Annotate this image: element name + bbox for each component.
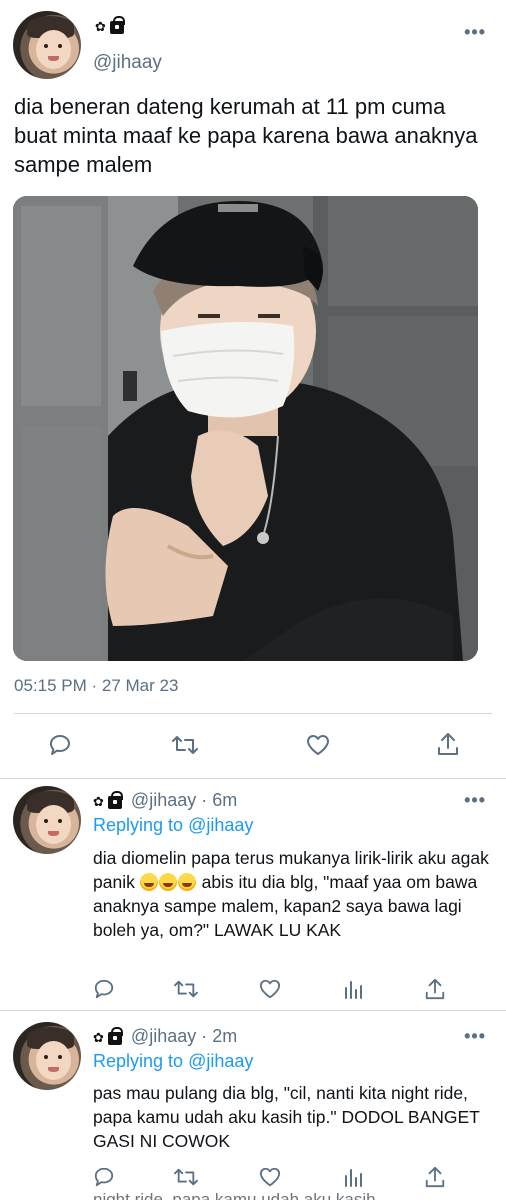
more-options-icon[interactable]: ••• (464, 22, 486, 43)
avatar[interactable] (13, 11, 81, 79)
reply-text: pas mau pulang dia blg, "cil, nanti kita… (93, 1083, 480, 1151)
reply-header: ✿ @jihaay · 6m (93, 790, 237, 811)
divider (0, 1010, 506, 1011)
retweet-icon[interactable] (172, 733, 198, 757)
tweet-photo[interactable] (13, 196, 478, 661)
reply-time[interactable]: 6m (212, 790, 237, 810)
rofl-emoji-icon (158, 873, 177, 891)
username-handle[interactable]: @jihaay (93, 52, 162, 74)
replying-label: Replying to (93, 815, 184, 835)
like-icon[interactable] (305, 733, 331, 757)
analytics-icon[interactable] (342, 1166, 364, 1188)
share-icon[interactable] (436, 731, 460, 757)
replying-label: Replying to (93, 1051, 184, 1071)
photo-illustration (13, 196, 478, 661)
lock-bag-icon (109, 16, 125, 34)
user-badges: ✿ (93, 1027, 123, 1046)
share-icon[interactable] (424, 1165, 446, 1189)
flower-icon: ✿ (93, 1029, 104, 1045)
replying-to: Replying to @jihaay (93, 815, 253, 836)
divider (0, 778, 506, 779)
separator-dot: · (201, 1026, 213, 1046)
username-handle[interactable]: @jihaay (131, 1026, 196, 1046)
rofl-emoji-icon (139, 873, 158, 891)
reply-icon[interactable] (93, 1166, 115, 1188)
flower-icon: ✿ (95, 18, 106, 34)
reply-time[interactable]: 2m (212, 1026, 237, 1046)
more-options-icon[interactable]: ••• (464, 1026, 486, 1047)
divider (14, 713, 492, 714)
reply-icon[interactable] (48, 733, 72, 757)
separator-dot: · (201, 790, 213, 810)
reply-text: dia diomelin papa terus mukanya lirik-li… (93, 846, 489, 942)
reply-header: ✿ @jihaay · 2m (93, 1026, 237, 1047)
more-options-icon[interactable]: ••• (464, 790, 486, 811)
rofl-emoji-icon (177, 873, 196, 891)
flower-icon: ✿ (93, 793, 104, 809)
like-icon[interactable] (258, 978, 282, 1000)
replying-to: Replying to @jihaay (93, 1051, 253, 1072)
username-handle[interactable]: @jihaay (131, 790, 196, 810)
user-badges: ✿ (95, 16, 125, 34)
like-icon[interactable] (258, 1166, 282, 1188)
avatar[interactable] (13, 1022, 81, 1090)
retweet-icon[interactable] (174, 978, 198, 1000)
share-icon[interactable] (424, 977, 446, 1001)
lock-bag-icon (107, 791, 123, 810)
user-badges: ✿ (93, 791, 123, 810)
cutoff-text: night ride, papa kamu udah aku kasih (93, 1190, 376, 1200)
lock-bag-icon (107, 1027, 123, 1046)
tweet-timestamp[interactable]: 05:15 PM · 27 Mar 23 (14, 676, 178, 696)
tweet-text: dia beneran dateng kerumah at 11 pm cuma… (14, 94, 478, 177)
reply-icon[interactable] (93, 978, 115, 1000)
analytics-icon[interactable] (342, 978, 364, 1000)
mention-link[interactable]: @jihaay (188, 1051, 253, 1071)
mention-link[interactable]: @jihaay (188, 815, 253, 835)
avatar[interactable] (13, 786, 81, 854)
retweet-icon[interactable] (174, 1166, 198, 1188)
